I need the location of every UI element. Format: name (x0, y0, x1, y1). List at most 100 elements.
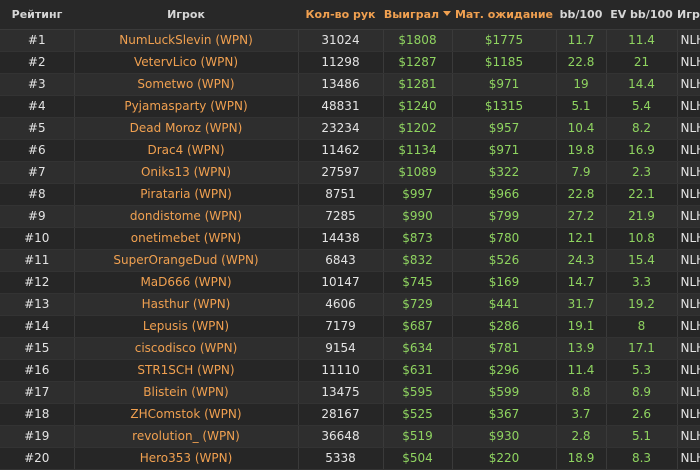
bb100-cell: 24.3 (556, 249, 607, 272)
hands-cell: 13486 (298, 73, 384, 96)
won-cell: $595 (383, 381, 453, 404)
player-link[interactable]: VetervLico (WPN) (74, 51, 299, 74)
player-link[interactable]: dondistome (WPN) (74, 205, 299, 228)
game-cell: NLHE (677, 293, 700, 316)
ev-cell: $1775 (452, 29, 557, 52)
table-row[interactable]: #15 ciscodisco (WPN) 9154 $634 $781 13.9 17.1 N… (0, 337, 700, 360)
player-link[interactable]: Pyjamasparty (WPN) (74, 95, 299, 118)
player-link[interactable]: Pirataria (WPN) (74, 183, 299, 206)
evbb100-cell: 21.9 (606, 205, 678, 228)
column-evbb100-label: EV bb/100 (610, 7, 673, 21)
rank-cell: #20 (0, 447, 75, 470)
hands-cell: 4606 (298, 293, 384, 316)
header-row: Рейтинг Игрок Кол-во рук Выиграл Мат. ож… (0, 0, 700, 30)
column-bb100-label: bb/100 (559, 7, 603, 21)
evbb100-cell: 8.9 (606, 381, 678, 404)
player-link[interactable]: ZHComstok (WPN) (74, 403, 299, 426)
evbb100-cell: 22.1 (606, 183, 678, 206)
ev-cell: $781 (452, 337, 557, 360)
rank-cell: #9 (0, 205, 75, 228)
won-cell: $1240 (383, 95, 453, 118)
player-link[interactable]: STR1SCH (WPN) (74, 359, 299, 382)
table-row[interactable]: #13Hasthur (WPN)4606$729$44131.719.2NLHE (0, 293, 700, 316)
won-cell: $1287 (383, 51, 453, 74)
evbb100-cell: 2.6 (606, 403, 678, 426)
rank-cell: #19 (0, 425, 75, 448)
column-hands[interactable]: Кол-во рук (298, 0, 383, 30)
player-link[interactable]: MaD666 (WPN) (74, 271, 299, 294)
ev-cell: $930 (452, 425, 557, 448)
player-link[interactable]: Blistein (WPN) (74, 381, 299, 404)
player-link[interactable]: SuperOrangeDud (WPN) (74, 249, 299, 272)
ev-cell: $367 (452, 403, 557, 426)
ev-cell: $322 (452, 161, 557, 184)
column-player[interactable]: Игрок (74, 0, 298, 30)
game-cell: NLHE (677, 271, 700, 294)
evbb100-cell: 5.4 (606, 95, 678, 118)
player-link[interactable]: NumLuckSlevin (WPN) (74, 29, 299, 52)
player-link[interactable]: ciscodisco (WPN) (74, 337, 299, 360)
column-game[interactable]: Игра (677, 0, 700, 30)
table-row[interactable]: #12MaD666 (WPN)10147$745$16914.73.3NLHE (0, 271, 700, 294)
table-row[interactable]: #4 Pyjamasparty (WPN) 48831 $1240 $1315 5.1 5.… (0, 95, 700, 118)
rank-cell: #2 (0, 51, 75, 74)
table-row[interactable]: #16STR1SCH (WPN)11110$631$29611.45.3NLHE (0, 359, 700, 382)
table-row[interactable]: #1 NumLuckSlevin (WPN) 31024 $1808 $1775 11.7… (0, 29, 700, 52)
column-bb100[interactable]: bb/100 (556, 0, 606, 30)
player-link[interactable]: Lepusis (WPN) (74, 315, 299, 338)
table-row[interactable]: #20Hero353 (WPN)5338$504$22018.98.3NLHE (0, 447, 700, 470)
column-won[interactable]: Выиграл (383, 0, 452, 30)
game-cell: NLHE (677, 227, 700, 250)
table-row[interactable]: #17Blistein (WPN)13475$595$5998.88.9NLHE (0, 381, 700, 404)
player-link[interactable]: Dead Moroz (WPN) (74, 117, 299, 140)
ev-cell: $1315 (452, 95, 557, 118)
table-body: #1 NumLuckSlevin (WPN) 31024 $1808 $1775 11.7… (0, 29, 700, 470)
table-row[interactable]: #5 Dead Moroz (WPN) 23234 $1202 $957 10.4 8.2 N… (0, 117, 700, 140)
ev-cell: $1185 (452, 51, 557, 74)
player-link[interactable]: Drac4 (WPN) (74, 139, 299, 162)
won-cell: $634 (383, 337, 453, 360)
game-cell: NLHE (677, 51, 700, 74)
table-row[interactable]: #2 VetervLico (WPN) 11298 $1287 $1185 22.8 21 N… (0, 51, 700, 74)
table-row[interactable]: #8Pirataria (WPN)8751$997$96622.822.1NLH… (0, 183, 700, 206)
table-row[interactable]: #14Lepusis (WPN)7179$687$28619.18NLHE (0, 315, 700, 338)
game-cell: NLHE (677, 29, 700, 52)
won-cell: $1281 (383, 73, 453, 96)
leaderboard-table: Рейтинг Игрок Кол-во рук Выиграл Мат. ож… (0, 0, 700, 470)
column-evbb100[interactable]: EV bb/100 (606, 0, 677, 30)
evbb100-cell: 8 (606, 315, 678, 338)
rank-cell: #4 (0, 95, 75, 118)
bb100-cell: 13.9 (556, 337, 607, 360)
player-link[interactable]: Hasthur (WPN) (74, 293, 299, 316)
table-row[interactable]: #9 dondistome (WPN) 7285 $990 $799 27.2 21.9 NL… (0, 205, 700, 228)
table-row[interactable]: #10 onetimebet (WPN) 14438 $873 $780 12.1 10.8… (0, 227, 700, 250)
table-row[interactable]: #11 SuperOrangeDud (WPN) 6843 $832 $526 24.3 1… (0, 249, 700, 272)
rank-cell: #10 (0, 227, 75, 250)
table-row[interactable]: #18ZHComstok (WPN)28167$525$3673.72.6NLH… (0, 403, 700, 426)
player-link[interactable]: revolution_ (WPN) (74, 425, 299, 448)
column-player-label: Игрок (167, 7, 205, 21)
column-won-label: Выиграл (383, 7, 440, 21)
table-row[interactable]: #19 revolution_ (WPN) 36648 $519 $930 2.8 5.1 N… (0, 425, 700, 448)
player-link[interactable]: Oniks13 (WPN) (74, 161, 299, 184)
rank-cell: #13 (0, 293, 75, 316)
column-ev[interactable]: Мат. ожидание (452, 0, 556, 30)
ev-cell: $220 (452, 447, 557, 470)
table-row[interactable]: #6Drac4 (WPN)11462$1134$97119.816.9NLHE (0, 139, 700, 162)
bb100-cell: 14.7 (556, 271, 607, 294)
ev-cell: $780 (452, 227, 557, 250)
evbb100-cell: 2.3 (606, 161, 678, 184)
bb100-cell: 8.8 (556, 381, 607, 404)
rank-cell: #12 (0, 271, 75, 294)
player-link[interactable]: onetimebet (WPN) (74, 227, 299, 250)
table-row[interactable]: #3Sometwo (WPN)13486$1281$9711914.4NLHE (0, 73, 700, 96)
bb100-cell: 7.9 (556, 161, 607, 184)
rank-cell: #1 (0, 29, 75, 52)
player-link[interactable]: Sometwo (WPN) (74, 73, 299, 96)
table-row[interactable]: #7Oniks13 (WPN)27597$1089$3227.92.3NLHE (0, 161, 700, 184)
ev-cell: $971 (452, 139, 557, 162)
won-cell: $525 (383, 403, 453, 426)
column-rank[interactable]: Рейтинг (0, 0, 74, 30)
player-link[interactable]: Hero353 (WPN) (74, 447, 299, 470)
bb100-cell: 2.8 (556, 425, 607, 448)
